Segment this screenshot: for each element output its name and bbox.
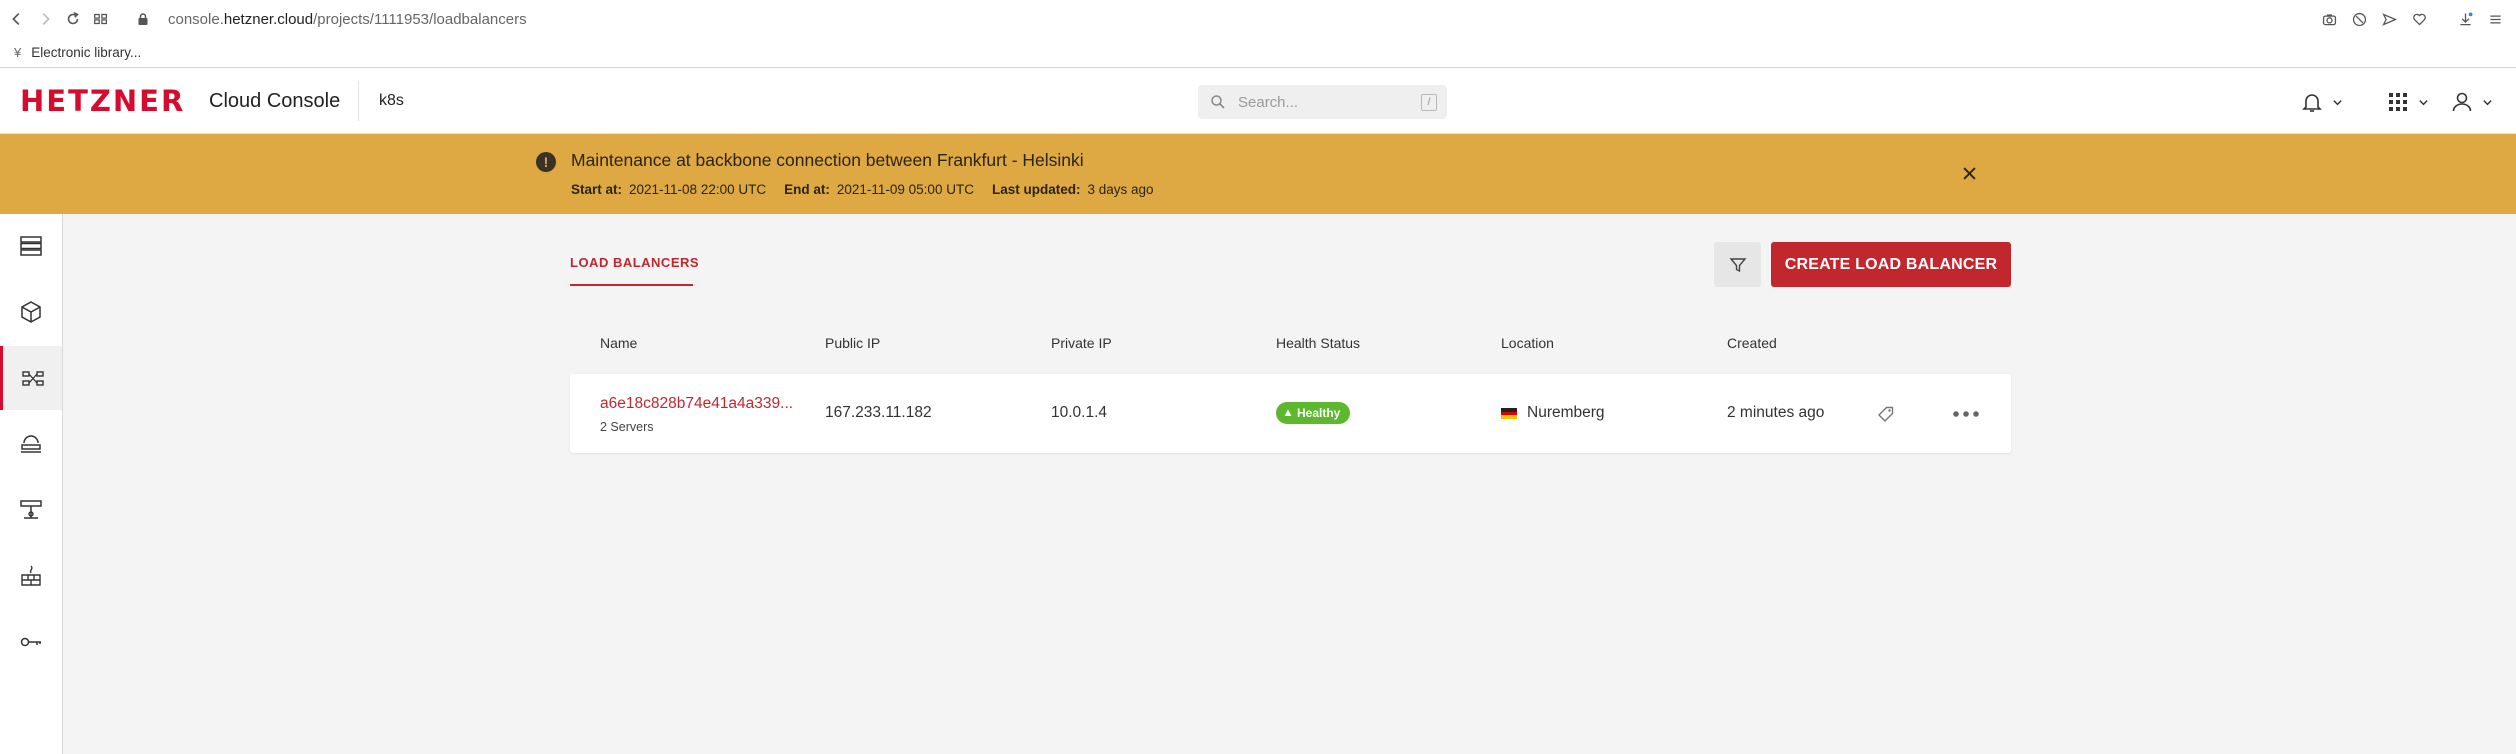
box-icon [21, 301, 41, 323]
menu-icon[interactable] [2482, 6, 2508, 32]
banner-title: Maintenance at backbone connection betwe… [571, 150, 1084, 170]
url-host: hetzner.cloud [223, 10, 314, 28]
product-name[interactable]: Cloud Console [209, 90, 340, 113]
sidebar [0, 214, 63, 754]
download-icon[interactable] [2452, 6, 2478, 32]
load-balancer-name[interactable]: a6e18c828b74e41a4a339... [600, 395, 808, 413]
bell-icon [2302, 94, 2322, 112]
close-icon [1962, 166, 1976, 180]
tabs-grid-icon[interactable] [88, 6, 114, 32]
sidebar-item-servers[interactable] [0, 214, 62, 278]
public-ip: 167.233.11.182 [825, 404, 932, 421]
filter-icon [1728, 257, 1747, 272]
labels-button[interactable] [1874, 402, 1898, 426]
sidebar-item-load-balancers[interactable] [0, 346, 62, 410]
user-icon [2452, 92, 2472, 112]
create-load-balancer-button[interactable]: CREATE LOAD BALANCER [1771, 242, 2011, 287]
end-label: End at: [784, 182, 830, 197]
user-menu-button[interactable] [2450, 88, 2493, 116]
column-header-private-ip[interactable]: Private IP [1051, 335, 1112, 351]
created-time: 2 minutes ago [1727, 404, 1825, 421]
bookmark-icon: ¥ [14, 45, 22, 60]
send-icon[interactable] [2376, 6, 2402, 32]
address-bar[interactable]: console. hetzner.cloud/projects/1111953/l… [136, 11, 527, 28]
start-label: Start at: [571, 182, 623, 197]
chevron-down-icon [2419, 99, 2428, 105]
hetzner-logo[interactable]: HETZNER [20, 84, 185, 118]
apps-grid-icon [2389, 93, 2407, 111]
lock-icon [138, 13, 148, 25]
adblock-icon[interactable] [2346, 6, 2372, 32]
search-input[interactable] [1238, 93, 1408, 111]
search-shortcut-hint: / [1421, 94, 1437, 111]
server-count: 2 Servers [600, 420, 654, 434]
load-balancer-icon [21, 371, 44, 386]
column-header-public-ip[interactable]: Public IP [825, 335, 880, 351]
apps-menu-button[interactable] [2386, 88, 2429, 116]
table-row[interactable]: a6e18c828b74e41a4a339... 2 Servers 167.2… [570, 374, 2011, 453]
status-badge-label: Healthy [1297, 406, 1341, 420]
bookmark-electronic-library[interactable]: Electronic library... [31, 45, 141, 60]
app-header: HETZNER Cloud Console k8s / [0, 68, 2516, 134]
tag-icon [1878, 406, 1894, 422]
forward-icon[interactable] [32, 6, 58, 32]
key-icon [20, 637, 41, 647]
network-icon [20, 500, 42, 519]
tab-load-balancers[interactable]: LOAD BALANCERS [570, 255, 699, 270]
tab-active-indicator [570, 284, 693, 286]
notifications-button[interactable] [2300, 88, 2343, 116]
more-actions-button[interactable] [1948, 402, 1984, 426]
bookmarks-bar: ¥ Electronic library... [0, 38, 2516, 68]
private-ip: 10.0.1.4 [1051, 404, 1108, 421]
url-path: /projects/1111953/loadbalancers [313, 10, 527, 28]
updated-value: 3 days ago [1087, 182, 1154, 197]
browser-toolbar: console. hetzner.cloud/projects/1111953/l… [0, 0, 2516, 38]
sidebar-item-floating-ips[interactable] [0, 412, 62, 476]
chevron-down-icon [2483, 99, 2492, 105]
column-header-name[interactable]: Name [600, 335, 637, 351]
sidebar-item-firewalls[interactable] [0, 544, 62, 608]
column-header-created[interactable]: Created [1727, 335, 1777, 351]
column-header-location[interactable]: Location [1501, 335, 1554, 351]
search-box[interactable]: / [1198, 85, 1447, 119]
triangle-up-icon [1284, 409, 1292, 416]
url-prefix: console. [168, 10, 224, 28]
column-header-health-status[interactable]: Health Status [1276, 335, 1360, 351]
screenshot-icon[interactable] [2316, 6, 2342, 32]
more-horizontal-icon [1953, 411, 1979, 417]
start-value: 2021-11-08 22:00 UTC [629, 182, 767, 197]
back-icon[interactable] [4, 6, 30, 32]
filter-button[interactable] [1714, 242, 1761, 287]
end-value: 2021-11-09 05:00 UTC [836, 182, 974, 197]
floating-ip-icon [21, 435, 41, 453]
project-selector[interactable]: k8s [379, 92, 404, 110]
banner-meta: Start at: 2021-11-08 22:00 UTC End at: 202… [571, 182, 1172, 197]
updated-label: Last updated: [991, 182, 1081, 197]
sidebar-item-volumes[interactable] [0, 280, 62, 344]
close-banner-button[interactable] [1958, 162, 1980, 184]
heart-icon[interactable] [2406, 6, 2432, 32]
sidebar-item-networks[interactable] [0, 478, 62, 542]
germany-flag-icon [1501, 408, 1517, 420]
chevron-down-icon [2333, 99, 2342, 105]
sidebar-item-security[interactable] [0, 610, 62, 674]
maintenance-banner: ! Maintenance at backbone connection bet… [0, 134, 2516, 214]
firewall-icon [21, 565, 41, 586]
location: Nuremberg [1527, 404, 1605, 421]
reload-icon[interactable] [60, 6, 86, 32]
status-badge: Healthy [1276, 402, 1351, 424]
servers-icon [20, 236, 42, 256]
alert-icon: ! [536, 152, 556, 172]
header-divider [358, 81, 359, 121]
search-icon [1211, 95, 1225, 109]
